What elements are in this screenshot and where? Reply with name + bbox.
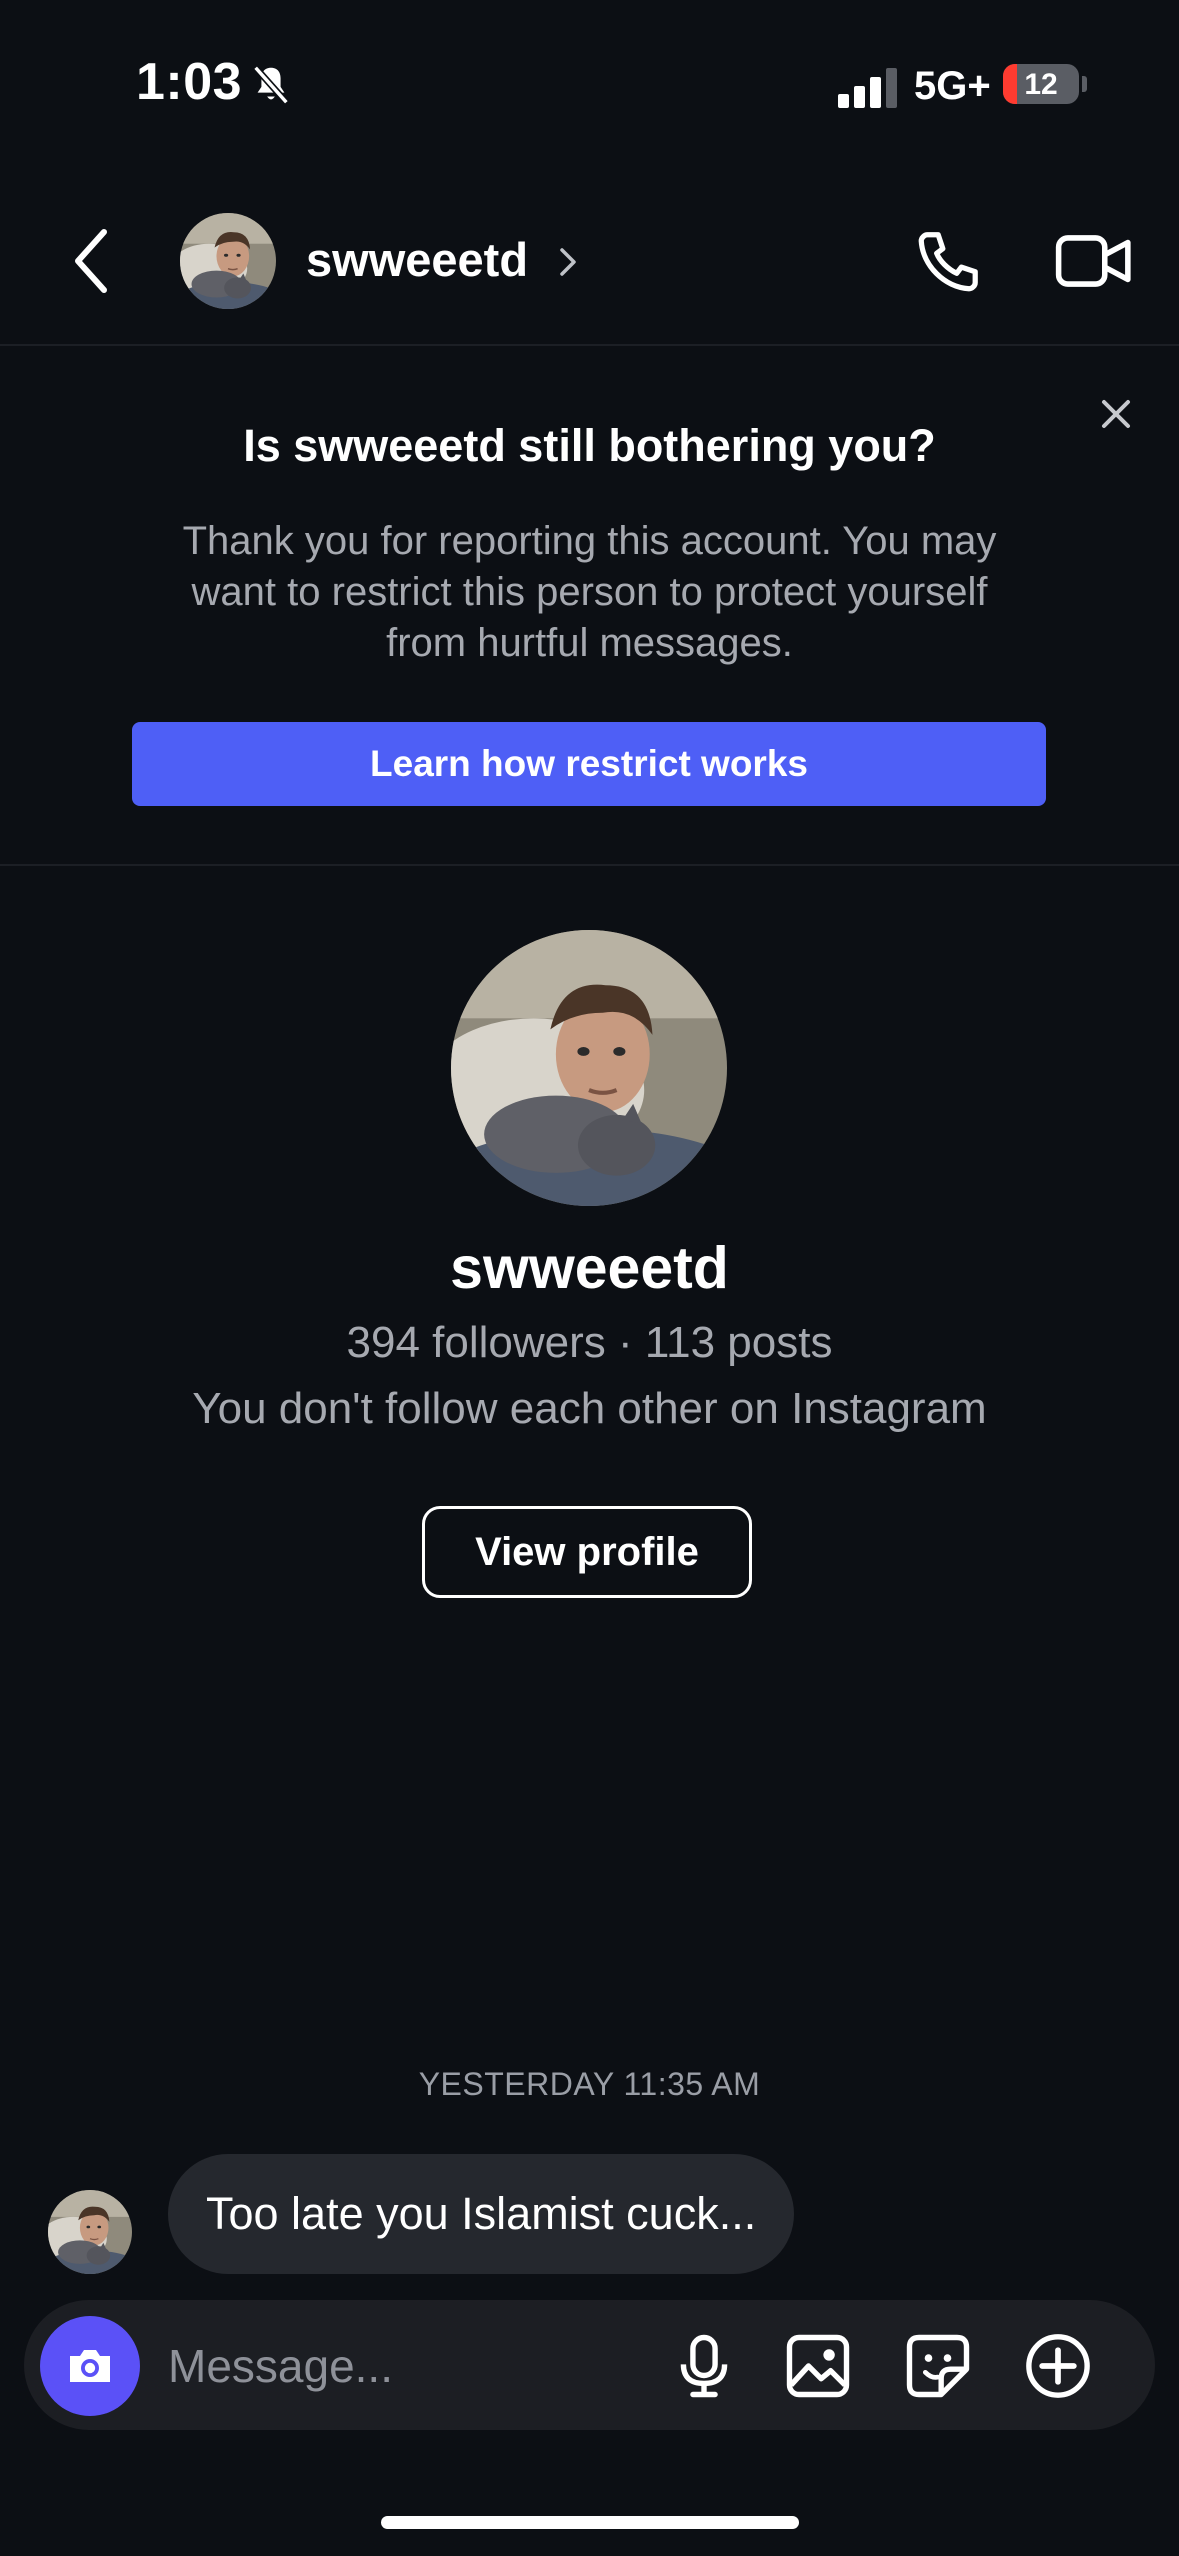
profile-avatar[interactable] bbox=[451, 930, 727, 1206]
header-divider bbox=[0, 344, 1179, 346]
message-timestamp: YESTERDAY 11:35 AM bbox=[418, 2066, 761, 2102]
gallery-icon[interactable] bbox=[780, 2328, 856, 2404]
learn-restrict-button[interactable]: Learn how restrict works bbox=[132, 722, 1046, 806]
battery-nub bbox=[1082, 76, 1087, 92]
header-avatar[interactable] bbox=[180, 213, 276, 309]
camera-icon bbox=[70, 2350, 110, 2382]
follow-status: You don't follow each other on Instagram bbox=[192, 1384, 987, 1433]
phone-icon[interactable] bbox=[912, 224, 986, 298]
signal-bars-icon bbox=[838, 68, 897, 108]
status-time: 1:03 bbox=[136, 53, 243, 111]
battery-icon: 12 bbox=[1003, 64, 1079, 104]
message-sender-avatar[interactable] bbox=[48, 2190, 132, 2274]
profile-username: swweeetd bbox=[450, 1235, 729, 1301]
banner-divider bbox=[0, 864, 1179, 866]
back-chevron-icon[interactable] bbox=[66, 226, 122, 296]
header-username[interactable]: swweeetd bbox=[306, 232, 528, 287]
battery-level: 12 bbox=[1024, 68, 1058, 101]
view-profile-button[interactable]: View profile bbox=[422, 1506, 752, 1598]
profile-stats: 394 followers · 113 posts bbox=[346, 1318, 833, 1367]
bell-slash-icon bbox=[253, 65, 289, 105]
network-type: 5G+ bbox=[914, 64, 991, 108]
video-camera-icon[interactable] bbox=[1054, 224, 1134, 298]
microphone-icon[interactable] bbox=[666, 2328, 742, 2404]
home-indicator[interactable] bbox=[381, 2516, 799, 2529]
restrict-banner-title: Is swweeetd still bothering you? bbox=[243, 420, 936, 471]
restrict-banner-body: Thank you for reporting this account. Yo… bbox=[182, 519, 997, 665]
chevron-right-icon[interactable] bbox=[556, 244, 582, 280]
plus-circle-icon[interactable] bbox=[1020, 2328, 1096, 2404]
message-input[interactable] bbox=[168, 2336, 638, 2396]
message-bubble[interactable]: Too late you Islamist cuck... bbox=[168, 2154, 795, 2274]
sticker-icon[interactable] bbox=[900, 2328, 976, 2404]
camera-button[interactable] bbox=[40, 2316, 140, 2416]
